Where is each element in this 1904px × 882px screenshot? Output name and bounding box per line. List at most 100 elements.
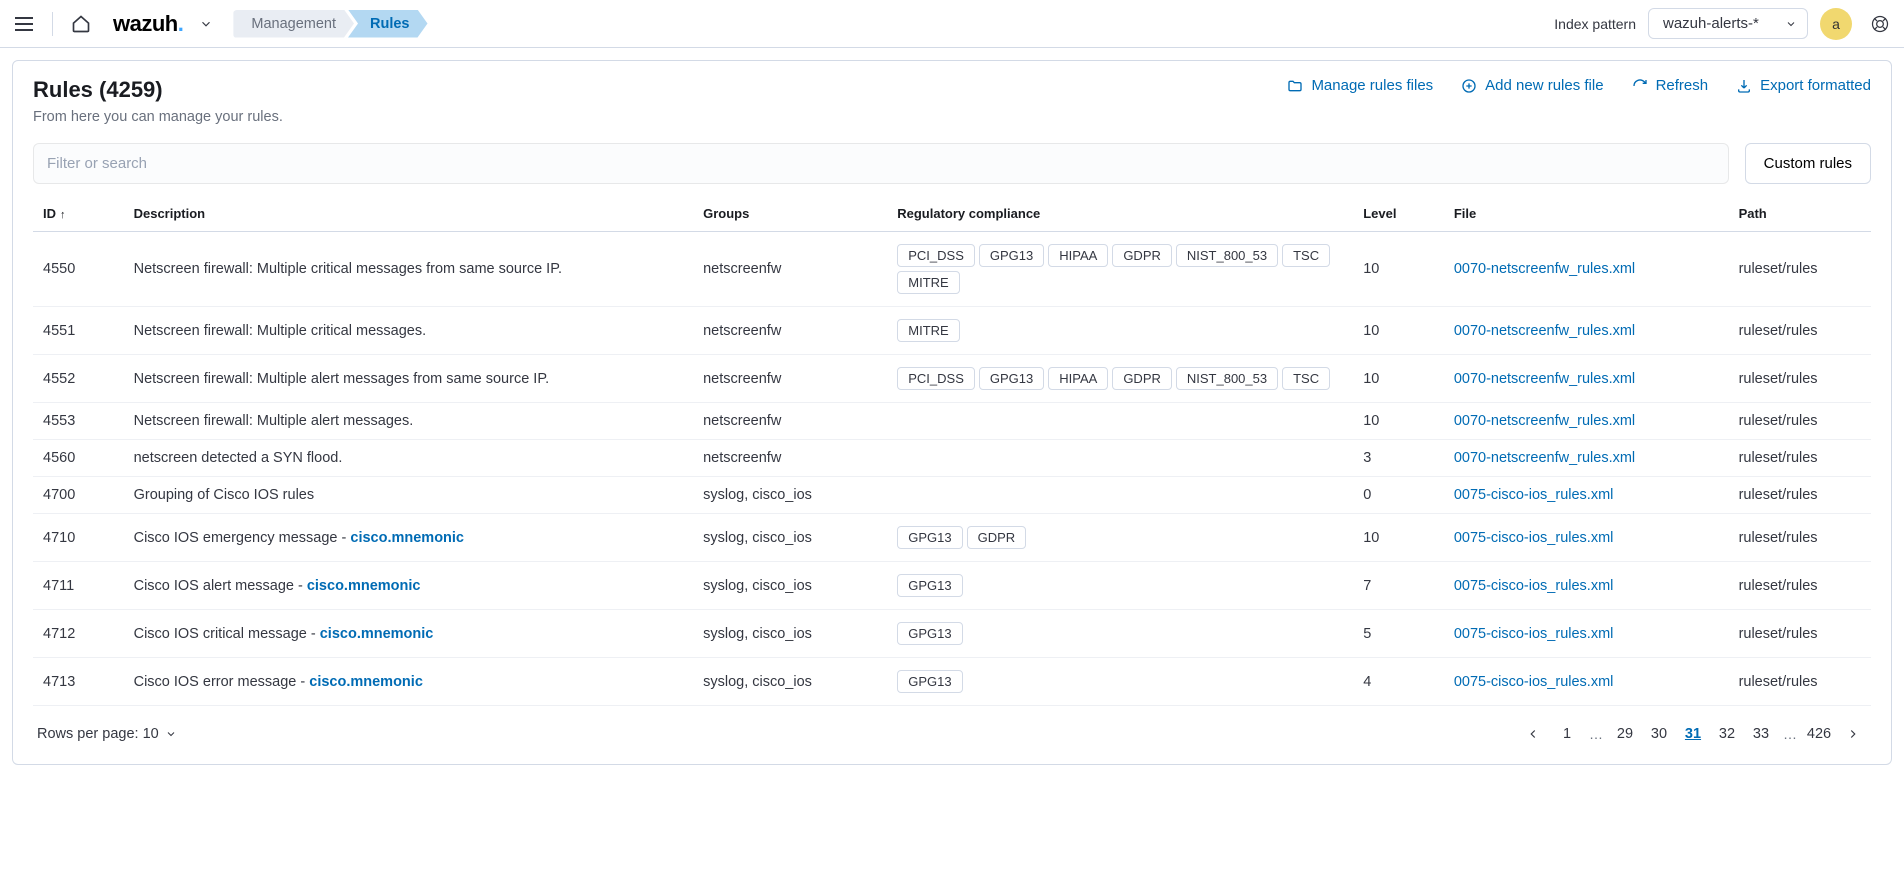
- table-row[interactable]: 4713Cisco IOS error message - cisco.mnem…: [33, 658, 1871, 706]
- compliance-badge[interactable]: NIST_800_53: [1176, 367, 1278, 390]
- table-row[interactable]: 4560netscreen detected a SYN flood.netsc…: [33, 440, 1871, 477]
- chevron-right-icon: [1846, 727, 1860, 741]
- table-row[interactable]: 4551Netscreen firewall: Multiple critica…: [33, 307, 1871, 355]
- breadcrumb: Management Rules: [233, 10, 427, 38]
- file-link[interactable]: 0070-netscreenfw_rules.xml: [1454, 413, 1635, 429]
- compliance-badge[interactable]: GDPR: [1112, 244, 1172, 267]
- file-link[interactable]: 0075-cisco-ios_rules.xml: [1454, 530, 1614, 546]
- pagination-page-button[interactable]: 426: [1805, 720, 1833, 748]
- cell-description: Cisco IOS alert message - cisco.mnemonic: [124, 562, 694, 610]
- mnemonic-link[interactable]: cisco.mnemonic: [350, 530, 464, 546]
- file-link[interactable]: 0075-cisco-ios_rules.xml: [1454, 578, 1614, 594]
- cell-description: netscreen detected a SYN flood.: [124, 440, 694, 477]
- custom-rules-button[interactable]: Custom rules: [1745, 143, 1871, 184]
- col-header-groups[interactable]: Groups: [693, 198, 887, 232]
- refresh-icon: [1632, 78, 1648, 94]
- col-header-file[interactable]: File: [1444, 198, 1729, 232]
- help-button[interactable]: [1864, 8, 1896, 40]
- cell-regulatory: GPG13: [887, 562, 1353, 610]
- mnemonic-link[interactable]: cisco.mnemonic: [320, 626, 434, 642]
- cell-id: 4553: [33, 403, 124, 440]
- cell-id: 4712: [33, 610, 124, 658]
- compliance-badge[interactable]: TSC: [1282, 367, 1330, 390]
- cell-file: 0070-netscreenfw_rules.xml: [1444, 403, 1729, 440]
- compliance-badge[interactable]: MITRE: [897, 271, 959, 294]
- cell-regulatory: PCI_DSSGPG13HIPAAGDPRNIST_800_53TSC MITRE: [887, 232, 1353, 307]
- compliance-badge[interactable]: GPG13: [979, 367, 1044, 390]
- cell-id: 4710: [33, 514, 124, 562]
- pagination-ellipsis: …: [1781, 726, 1799, 742]
- cell-file: 0075-cisco-ios_rules.xml: [1444, 562, 1729, 610]
- app-switcher-button[interactable]: [199, 17, 213, 31]
- mnemonic-link[interactable]: cisco.mnemonic: [309, 674, 423, 690]
- rules-table: ID↑ Description Groups Regulatory compli…: [33, 198, 1871, 706]
- compliance-badge[interactable]: TSC: [1282, 244, 1330, 267]
- manage-rules-files-button[interactable]: Manage rules files: [1287, 77, 1433, 94]
- export-formatted-button[interactable]: Export formatted: [1736, 77, 1871, 94]
- table-row[interactable]: 4712Cisco IOS critical message - cisco.m…: [33, 610, 1871, 658]
- topbar: wazuh. Management Rules Index pattern wa…: [0, 0, 1904, 48]
- refresh-button[interactable]: Refresh: [1632, 77, 1709, 94]
- compliance-badge[interactable]: HIPAA: [1048, 244, 1108, 267]
- table-row[interactable]: 4711Cisco IOS alert message - cisco.mnem…: [33, 562, 1871, 610]
- index-pattern-select[interactable]: wazuh-alerts-*: [1648, 8, 1808, 39]
- cell-regulatory: [887, 477, 1353, 514]
- pagination-page-button[interactable]: 30: [1645, 720, 1673, 748]
- pagination: 1…2930313233…426: [1519, 720, 1867, 748]
- breadcrumb-rules[interactable]: Rules: [348, 10, 428, 38]
- file-link[interactable]: 0075-cisco-ios_rules.xml: [1454, 674, 1614, 690]
- file-link[interactable]: 0070-netscreenfw_rules.xml: [1454, 323, 1635, 339]
- pagination-next-button[interactable]: [1839, 720, 1867, 748]
- compliance-badge[interactable]: PCI_DSS: [897, 244, 975, 267]
- cell-description: Grouping of Cisco IOS rules: [124, 477, 694, 514]
- compliance-badge[interactable]: GDPR: [1112, 367, 1172, 390]
- sort-asc-icon: ↑: [60, 209, 66, 221]
- compliance-badge[interactable]: GDPR: [967, 526, 1027, 549]
- cell-path: ruleset/rules: [1729, 562, 1871, 610]
- table-row[interactable]: 4710Cisco IOS emergency message - cisco.…: [33, 514, 1871, 562]
- file-link[interactable]: 0070-netscreenfw_rules.xml: [1454, 371, 1635, 387]
- col-header-regulatory[interactable]: Regulatory compliance: [887, 198, 1353, 232]
- cell-description: Cisco IOS critical message - cisco.mnemo…: [124, 610, 694, 658]
- file-link[interactable]: 0075-cisco-ios_rules.xml: [1454, 626, 1614, 642]
- file-link[interactable]: 0070-netscreenfw_rules.xml: [1454, 450, 1635, 466]
- home-button[interactable]: [65, 8, 97, 40]
- compliance-badge[interactable]: MITRE: [897, 319, 959, 342]
- mnemonic-link[interactable]: cisco.mnemonic: [307, 578, 421, 594]
- menu-toggle-button[interactable]: [8, 8, 40, 40]
- compliance-badge[interactable]: GPG13: [897, 622, 962, 645]
- avatar[interactable]: a: [1820, 8, 1852, 40]
- wazuh-logo[interactable]: wazuh.: [113, 11, 183, 37]
- compliance-badge[interactable]: NIST_800_53: [1176, 244, 1278, 267]
- col-header-path[interactable]: Path: [1729, 198, 1871, 232]
- table-row[interactable]: 4553Netscreen firewall: Multiple alert m…: [33, 403, 1871, 440]
- cell-description: Netscreen firewall: Multiple alert messa…: [124, 355, 694, 403]
- pagination-page-button[interactable]: 31: [1679, 720, 1707, 748]
- pagination-page-button[interactable]: 33: [1747, 720, 1775, 748]
- cell-level: 10: [1353, 355, 1444, 403]
- cell-description: Cisco IOS emergency message - cisco.mnem…: [124, 514, 694, 562]
- compliance-badge[interactable]: GPG13: [897, 670, 962, 693]
- pagination-page-button[interactable]: 1: [1553, 720, 1581, 748]
- rows-per-page-select[interactable]: Rows per page: 10: [37, 726, 177, 742]
- compliance-badge[interactable]: PCI_DSS: [897, 367, 975, 390]
- pagination-page-button[interactable]: 29: [1611, 720, 1639, 748]
- file-link[interactable]: 0070-netscreenfw_rules.xml: [1454, 261, 1635, 277]
- compliance-badge[interactable]: HIPAA: [1048, 367, 1108, 390]
- col-header-description[interactable]: Description: [124, 198, 694, 232]
- col-header-level[interactable]: Level: [1353, 198, 1444, 232]
- pagination-page-button[interactable]: 32: [1713, 720, 1741, 748]
- table-row[interactable]: 4552Netscreen firewall: Multiple alert m…: [33, 355, 1871, 403]
- add-new-rules-file-button[interactable]: Add new rules file: [1461, 77, 1603, 94]
- table-row[interactable]: 4550Netscreen firewall: Multiple critica…: [33, 232, 1871, 307]
- compliance-badge[interactable]: GPG13: [897, 574, 962, 597]
- table-row[interactable]: 4700Grouping of Cisco IOS rulessyslog, c…: [33, 477, 1871, 514]
- pagination-prev-button[interactable]: [1519, 720, 1547, 748]
- compliance-badge[interactable]: GPG13: [979, 244, 1044, 267]
- breadcrumb-management[interactable]: Management: [233, 10, 354, 38]
- file-link[interactable]: 0075-cisco-ios_rules.xml: [1454, 487, 1614, 503]
- action-label: Refresh: [1656, 77, 1709, 94]
- search-input[interactable]: [33, 143, 1729, 184]
- compliance-badge[interactable]: GPG13: [897, 526, 962, 549]
- col-header-id[interactable]: ID↑: [33, 198, 124, 232]
